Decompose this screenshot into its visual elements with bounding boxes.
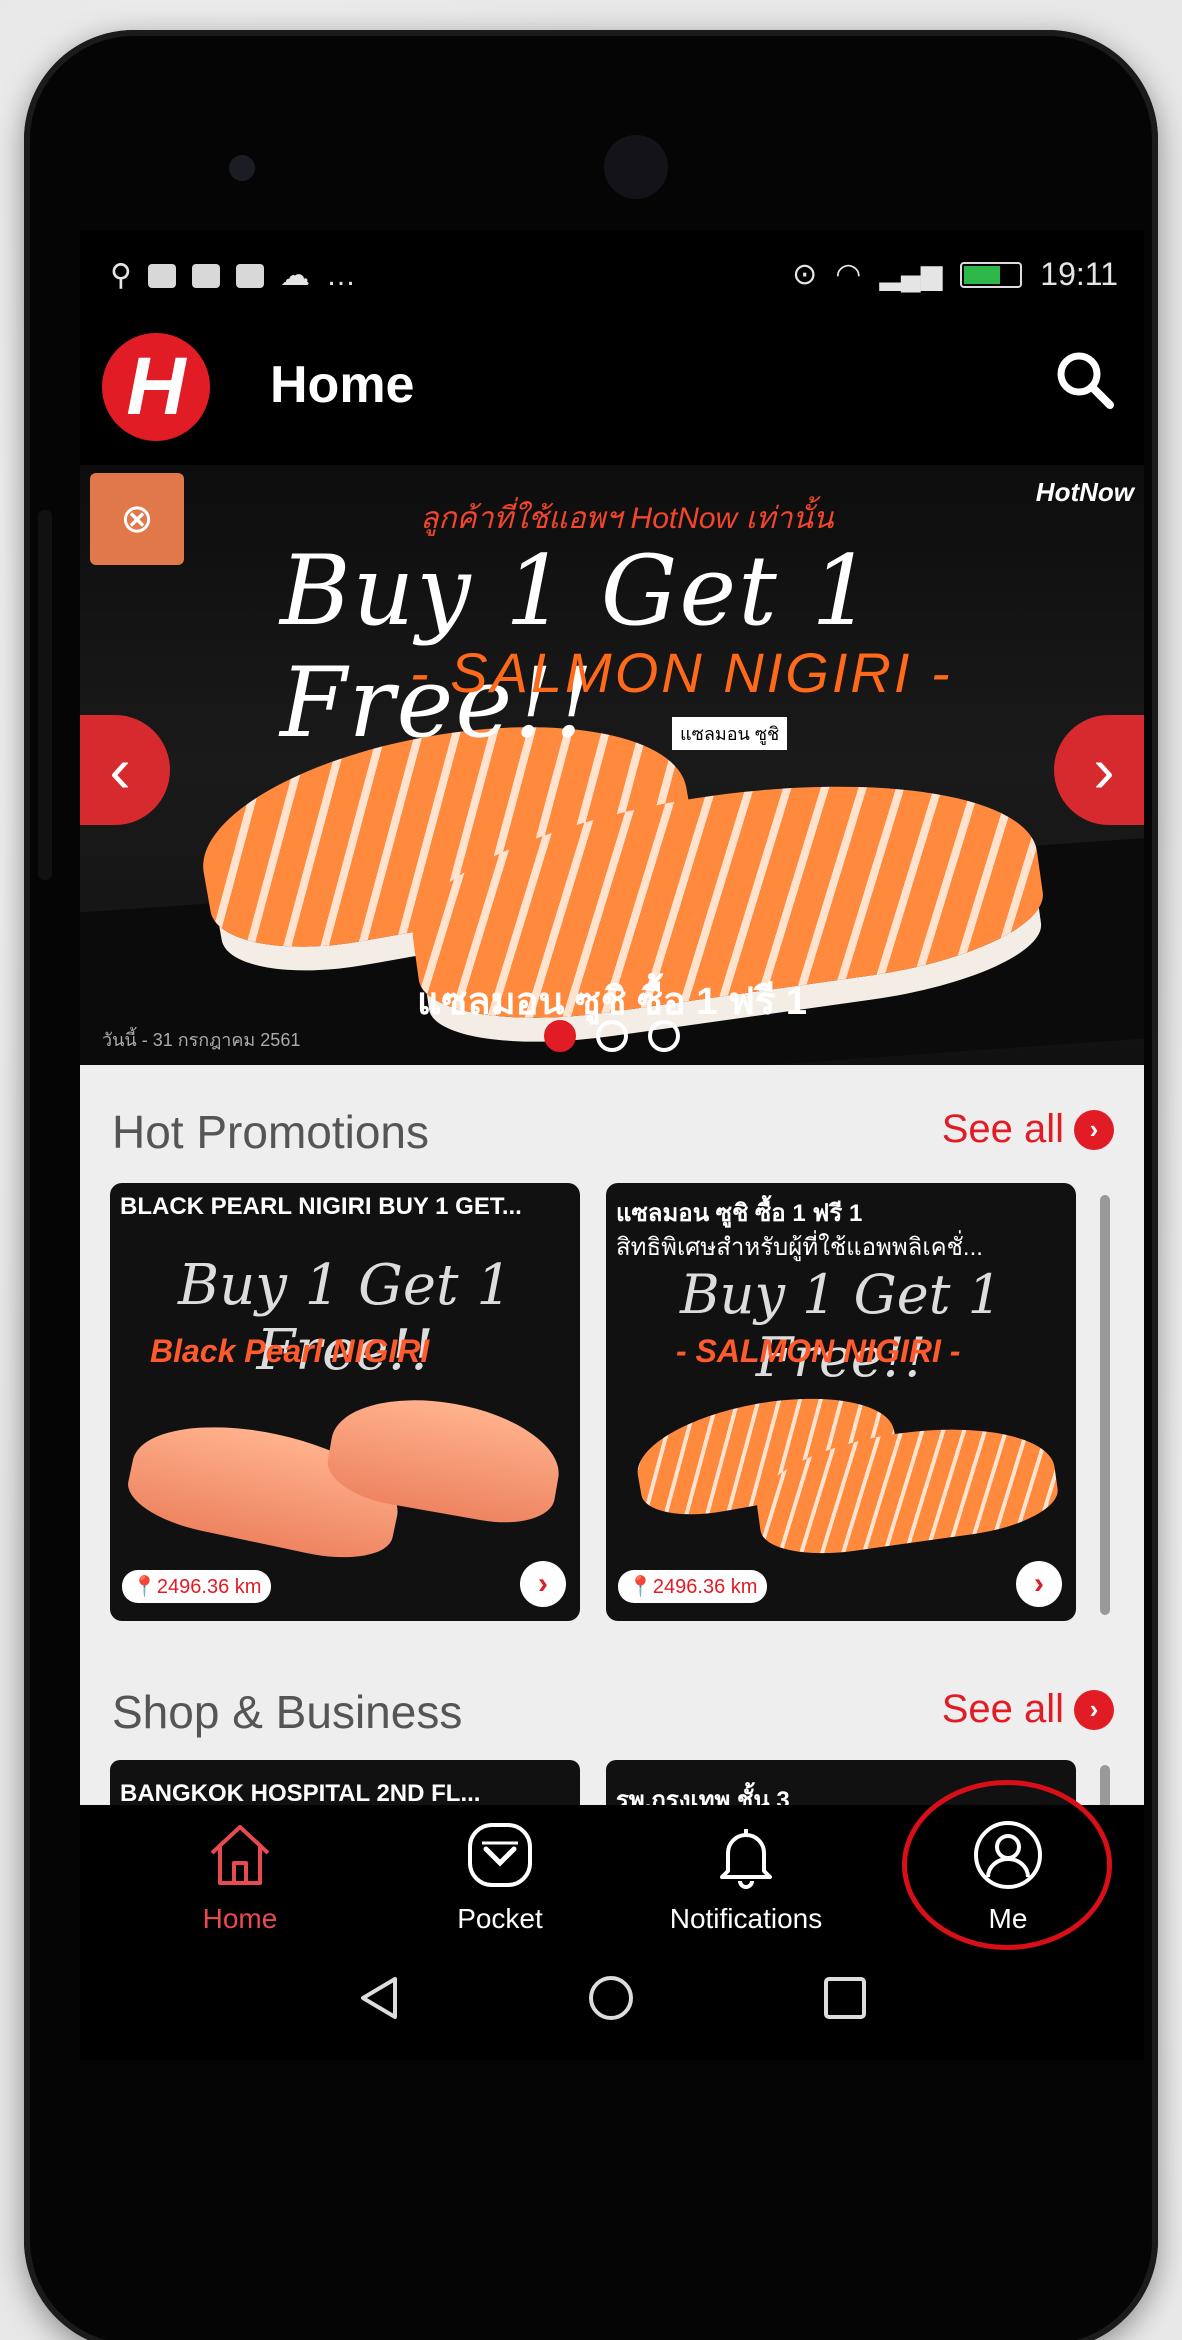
- side-button: [38, 510, 52, 880]
- front-sensor: [229, 155, 255, 181]
- home-content: Hot Promotions See all › BLACK PEARL NIG…: [80, 1065, 1144, 1805]
- signal-icon: ▂▄▆: [879, 259, 943, 290]
- search-icon[interactable]: [1052, 347, 1118, 413]
- carousel-prev-button[interactable]: ‹: [80, 715, 170, 825]
- usb-icon: ⚲: [110, 259, 132, 292]
- section-title-shop-business: Shop & Business: [112, 1686, 463, 1738]
- youtube-icon: [191, 263, 220, 288]
- nav-pocket[interactable]: Pocket: [390, 1815, 610, 1935]
- logo-letter: H: [126, 341, 186, 432]
- recents-icon[interactable]: [820, 1973, 870, 2023]
- chevron-left-icon: ‹: [109, 734, 131, 806]
- banner-product-tag: แซลมอน ซูชิ: [672, 717, 788, 750]
- distance-badge: 📍2496.36 km: [122, 1570, 272, 1603]
- more-notifications-icon: …: [325, 258, 356, 292]
- nav-label: Home: [202, 1903, 278, 1934]
- pocket-icon: [468, 1823, 532, 1887]
- back-icon[interactable]: [355, 1973, 405, 2023]
- card-open-button[interactable]: ›: [520, 1561, 566, 1607]
- card-promo-product: Black Pearl NIGIRI: [150, 1333, 430, 1369]
- distance-badge: 📍2496.36 km: [618, 1570, 768, 1603]
- nav-notifications[interactable]: Notifications: [636, 1815, 856, 1935]
- promotion-card[interactable]: BLACK PEARL NIGIRI BUY 1 GET... Buy 1 Ge…: [110, 1183, 580, 1621]
- chevron-right-circle-icon: ›: [1074, 1109, 1114, 1150]
- card-title: BLACK PEARL NIGIRI BUY 1 GET...: [120, 1193, 522, 1220]
- highlight-circle: [902, 1780, 1112, 1950]
- line-icon: [235, 263, 264, 288]
- nav-label: Notifications: [669, 1903, 823, 1934]
- banner-brand: HotNow: [1035, 477, 1134, 507]
- section-title-hot-promotions: Hot Promotions: [112, 1106, 430, 1158]
- see-all-shops-link[interactable]: See all ›: [942, 1687, 1114, 1732]
- nav-home[interactable]: Home: [130, 1815, 350, 1935]
- promotion-card[interactable]: แซลมอน ซูชิ ซื้อ 1 ฟรี 1 สิทธิพิเศษสำหรั…: [606, 1183, 1076, 1621]
- carousel-dot[interactable]: [596, 1020, 628, 1052]
- shop-card[interactable]: BANGKOK HOSPITAL 2ND FL...: [110, 1760, 580, 1805]
- phone-screen: ⚲ ☁ … ⊙ ◠ ▂▄▆ 19:11 H Home ⊗ HotNow ลูกค…: [80, 230, 1144, 2060]
- app-bar: H Home: [80, 325, 1144, 455]
- home-circle-icon[interactable]: [586, 1973, 636, 2023]
- chevron-right-icon: ›: [1093, 734, 1115, 806]
- location-icon: ⊙: [792, 258, 818, 291]
- chevron-right-circle-icon: ›: [1074, 1689, 1114, 1730]
- nav-label: Pocket: [457, 1903, 543, 1934]
- see-all-promotions-link[interactable]: See all ›: [942, 1107, 1114, 1152]
- battery-icon: [960, 261, 1023, 288]
- see-all-label: See all: [941, 1107, 1064, 1151]
- distance-value: 2496.36 km: [156, 1576, 262, 1598]
- gmail-icon: [147, 263, 176, 288]
- promo-carousel[interactable]: ⊗ HotNow ลูกค้าที่ใช้แอพฯ HotNow เท่านั้…: [80, 465, 1144, 1065]
- home-icon: [210, 1825, 270, 1885]
- chevron-right-icon: ›: [1034, 1567, 1044, 1600]
- status-bar: ⚲ ☁ … ⊙ ◠ ▂▄▆ 19:11: [80, 250, 1144, 310]
- card-promo-product: - SALMON NIGIRI -: [676, 1333, 961, 1369]
- restaurant-logo-icon: ⊗: [90, 473, 184, 565]
- hotnow-logo: H: [102, 333, 210, 441]
- page-title: Home: [270, 356, 415, 414]
- horizontal-scroll-indicator: [1100, 1765, 1110, 1805]
- cloud-icon: ☁: [279, 259, 310, 292]
- chevron-right-icon: ›: [538, 1567, 548, 1600]
- bell-icon: [720, 1829, 772, 1889]
- status-system-icons: ⊙ ◠ ▂▄▆ 19:11: [792, 256, 1118, 293]
- status-notification-icons: ⚲ ☁ …: [110, 258, 356, 293]
- location-pin-icon: 📍: [132, 1576, 157, 1598]
- card-open-button[interactable]: ›: [1016, 1561, 1062, 1607]
- system-navigation-bar: [80, 1945, 1144, 2055]
- see-all-label: See all: [941, 1687, 1064, 1731]
- horizontal-scroll-indicator: [1100, 1195, 1110, 1615]
- carousel-indicator: [80, 1020, 1144, 1052]
- card-promo-headline: Buy 1 Get 1 Free!!: [680, 1263, 1002, 1389]
- carousel-dot-active[interactable]: [544, 1020, 576, 1052]
- front-camera: [604, 135, 668, 199]
- wifi-icon: ◠: [835, 258, 862, 291]
- carousel-dot[interactable]: [648, 1020, 680, 1052]
- card-subtitle: สิทธิพิเศษสำหรับผู้ที่ใช้แอพพลิเคชั่...: [616, 1234, 983, 1261]
- location-pin-icon: 📍: [628, 1576, 653, 1598]
- bottom-navigation: Home Pocket Notifications Me: [80, 1780, 1144, 1950]
- banner-product: - SALMON NIGIRI -: [410, 641, 953, 704]
- status-time: 19:11: [1040, 256, 1118, 292]
- distance-value: 2496.36 km: [652, 1576, 758, 1598]
